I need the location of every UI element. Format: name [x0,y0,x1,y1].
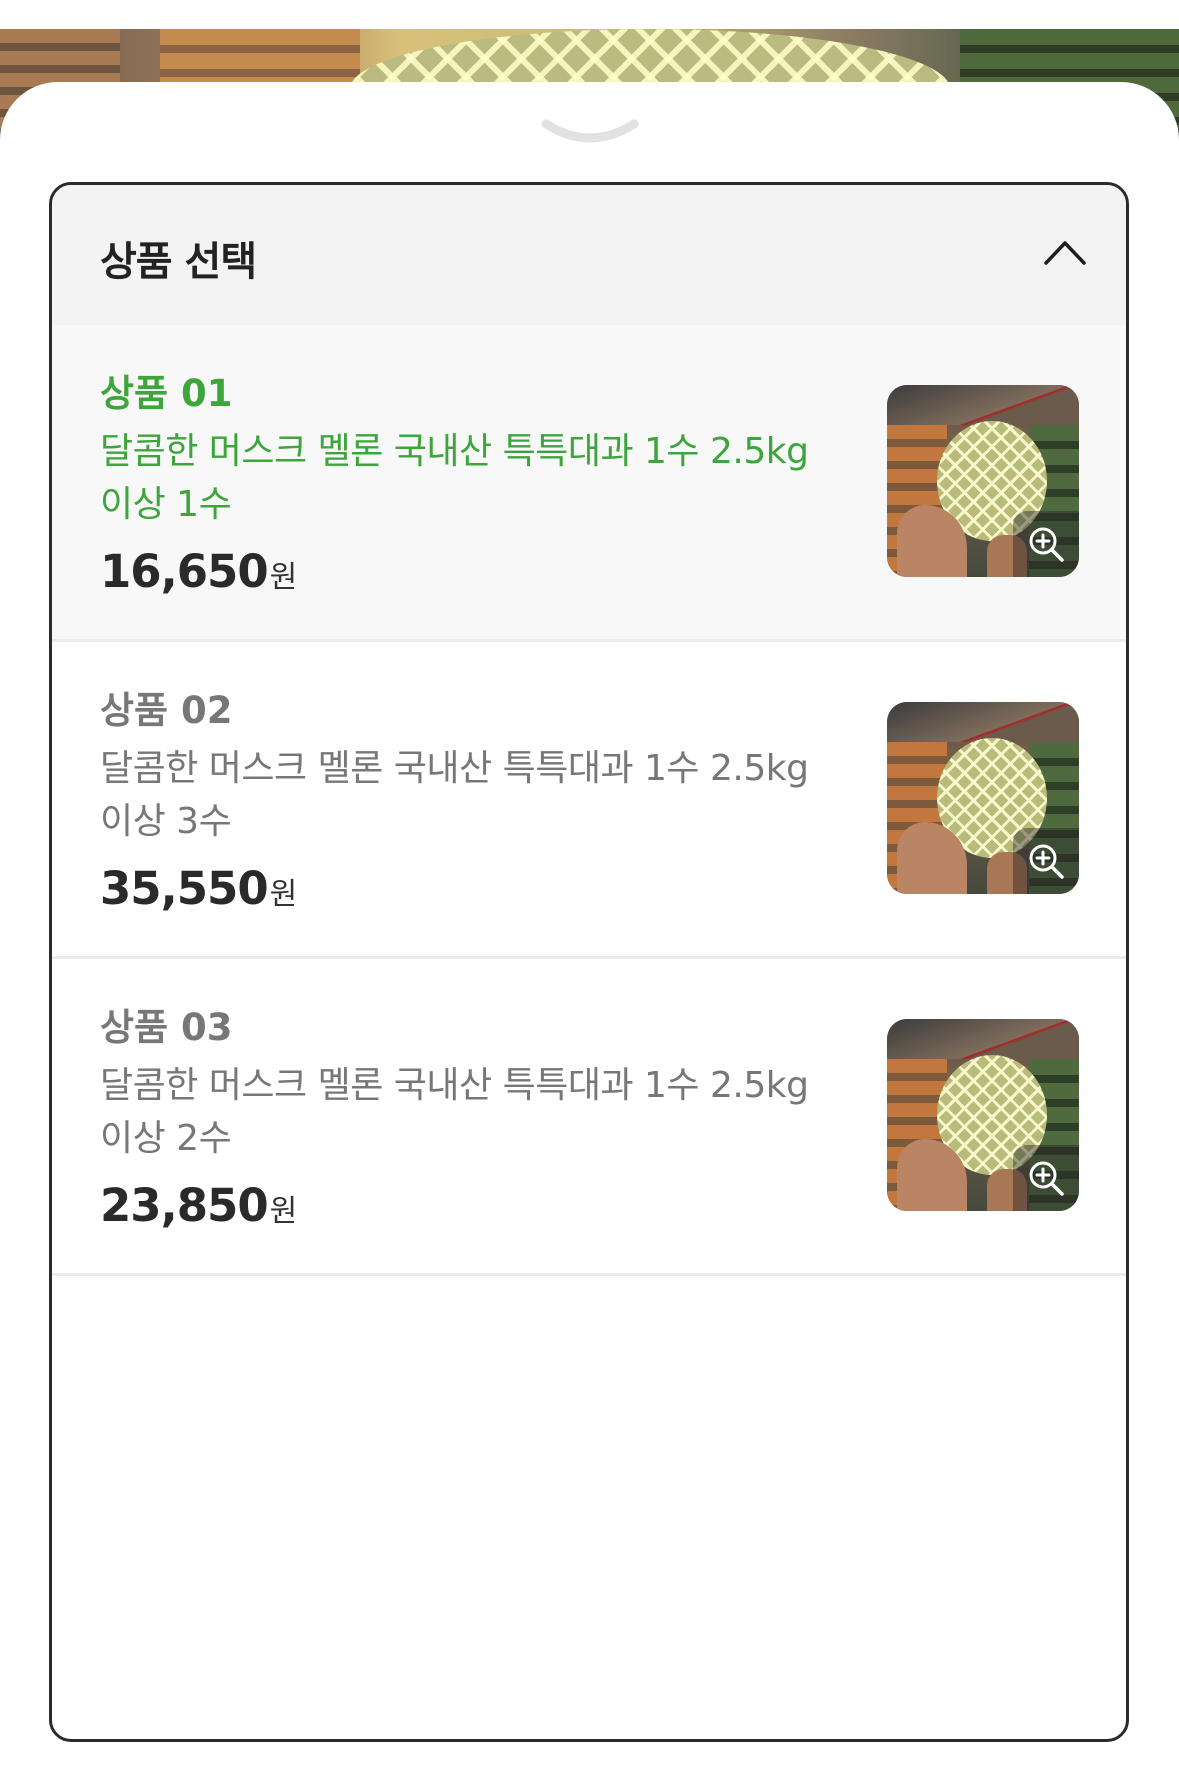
zoom-in-icon[interactable] [1013,828,1079,894]
product-option-label: 상품 03 [100,1006,233,1049]
price-currency: 원 [269,877,298,912]
zoom-in-icon[interactable] [1013,511,1079,577]
product-thumbnail[interactable] [887,385,1079,577]
product-option-03[interactable]: 상품 03 달콤한 머스크 멜론 국내산 특특대과 1수 2.5kg 이상 2수… [52,959,1126,1276]
product-option-price: 16,650원 [100,545,297,598]
price-value: 23,850 [100,1179,269,1232]
product-option-name: 달콤한 머스크 멜론 국내산 특특대과 1수 2.5kg 이상 2수 [100,1065,809,1159]
product-select-title: 상품 선택 [100,239,257,285]
product-select-panel: 상품 선택 상품 01 달콤한 머스크 멜론 국내산 특특대과 1수 2.5kg… [49,182,1129,1742]
chevron-up-icon[interactable] [1042,237,1088,267]
chevron-down-icon[interactable] [540,116,640,146]
price-currency: 원 [269,1194,298,1229]
product-select-header[interactable]: 상품 선택 [52,185,1126,325]
product-option-price: 35,550원 [100,862,297,915]
product-option-price: 23,850원 [100,1179,297,1232]
price-value: 35,550 [100,862,269,915]
price-value: 16,650 [100,545,269,598]
product-option-label: 상품 01 [100,372,233,415]
product-option-01[interactable]: 상품 01 달콤한 머스크 멜론 국내산 특특대과 1수 2.5kg 이상 1수… [52,325,1126,642]
product-thumbnail[interactable] [887,1019,1079,1211]
status-area [0,0,1179,29]
product-thumbnail[interactable] [887,702,1079,894]
product-option-name: 달콤한 머스크 멜론 국내산 특특대과 1수 2.5kg 이상 3수 [100,748,809,842]
product-option-name: 달콤한 머스크 멜론 국내산 특특대과 1수 2.5kg 이상 1수 [100,431,809,525]
price-currency: 원 [269,560,298,595]
product-option-label: 상품 02 [100,689,233,732]
zoom-in-icon[interactable] [1013,1145,1079,1211]
product-option-02[interactable]: 상품 02 달콤한 머스크 멜론 국내산 특특대과 1수 2.5kg 이상 3수… [52,642,1126,959]
